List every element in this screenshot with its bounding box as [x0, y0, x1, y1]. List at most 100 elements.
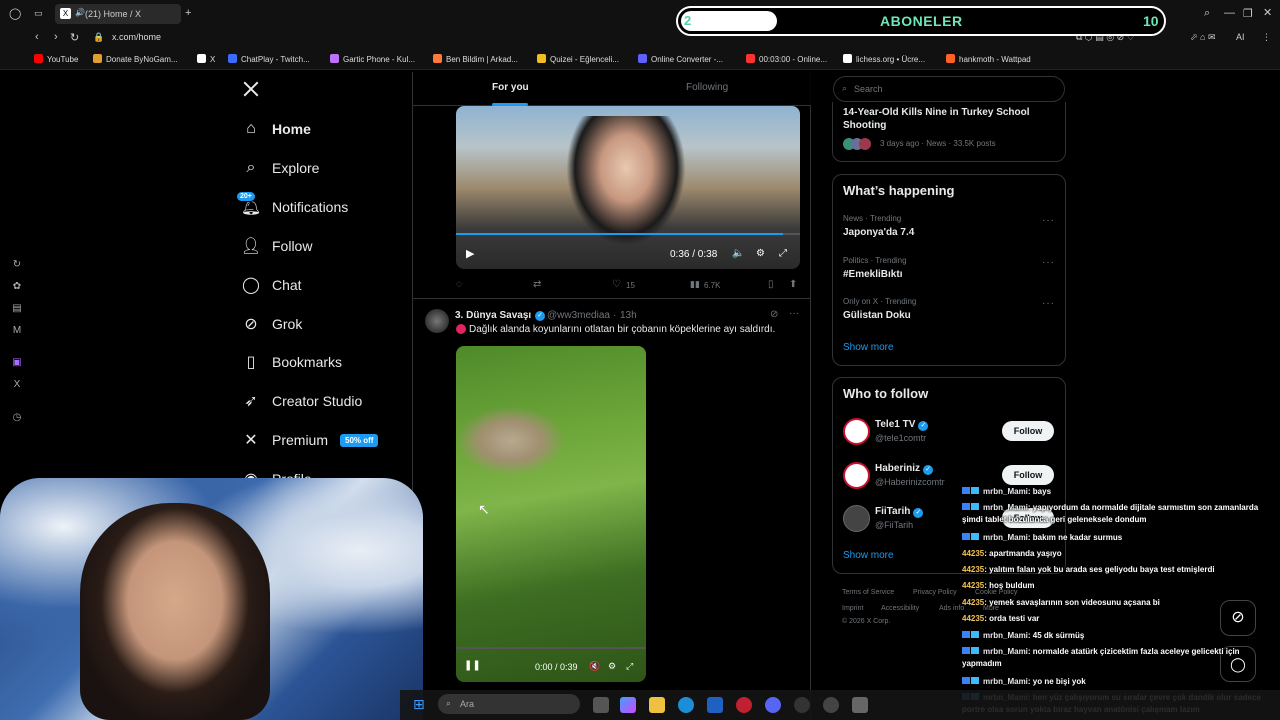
nav-creator-studio[interactable]: ➶ Creator Studio — [242, 389, 362, 413]
url-field[interactable]: x.com/home — [112, 32, 161, 42]
reload-icon[interactable]: ↻ — [70, 31, 79, 44]
nav-notifications[interactable]: 🔔︎ Notifications 20+ — [236, 190, 348, 219]
pause-icon[interactable]: ❚❚ — [464, 660, 481, 671]
bookmark-0[interactable]: YouTube — [34, 54, 78, 64]
footer-privacy[interactable]: Privacy Policy — [913, 589, 957, 596]
store-icon[interactable] — [707, 697, 723, 713]
bookmark-10[interactable]: hankmoth - Wattpad — [946, 54, 1031, 64]
search-input[interactable]: Search — [833, 76, 1065, 102]
mute-icon[interactable]: 🔇 — [589, 661, 600, 672]
nav-bookmarks[interactable]: ▯ Bookmarks — [242, 350, 342, 374]
explorer-icon[interactable] — [649, 697, 665, 713]
trend-name[interactable]: Gülistan Doku — [843, 310, 911, 321]
follow-handle[interactable]: @FiiTarih — [875, 520, 913, 530]
menu-icon[interactable]: ⋮ — [1262, 32, 1271, 43]
bookmark-5[interactable]: Ben Bildim | Arkad... — [433, 54, 518, 64]
bookmark-7[interactable]: Online Converter -... — [638, 54, 723, 64]
follow-show-more[interactable]: Show more — [843, 550, 894, 561]
bookmark-2[interactable]: X — [197, 54, 215, 64]
bookmark-post-icon[interactable]: ▯ — [768, 279, 774, 290]
minimize-icon[interactable]: — — [1224, 7, 1235, 19]
x-sidebar-icon[interactable]: X — [11, 379, 23, 390]
edge-icon[interactable] — [678, 697, 694, 713]
tab-following[interactable]: Following — [686, 82, 728, 93]
taskbar-search[interactable]: ⌕ Ara — [438, 694, 580, 714]
x-logo-icon[interactable] — [242, 80, 262, 100]
footer-imprint[interactable]: Imprint — [842, 605, 863, 612]
speaker-icon[interactable]: 🔊 — [75, 8, 85, 17]
trends-show-more[interactable]: Show more — [843, 342, 894, 353]
tab-for-you[interactable]: For you — [492, 82, 529, 93]
clock-icon[interactable]: ◷ — [11, 412, 23, 423]
discord-icon[interactable] — [765, 697, 781, 713]
copilot-icon[interactable] — [620, 697, 636, 713]
trend-more-icon[interactable]: ··· — [1042, 215, 1055, 226]
twitch-icon[interactable]: ▣ — [11, 357, 23, 368]
repost-icon[interactable]: ⇄ — [533, 279, 541, 290]
fullscreen2-icon[interactable]: ⤢ — [626, 661, 633, 672]
history-icon[interactable]: ↻ — [11, 259, 23, 270]
follow-name[interactable]: Tele1 TV ✓ — [875, 419, 929, 431]
post2-time[interactable]: 13h — [620, 310, 637, 321]
footer-accessibility[interactable]: Accessibility — [881, 605, 919, 612]
nav-premium[interactable]: ✕ Premium 50% off — [242, 428, 379, 452]
ai-icon[interactable]: AI — [1236, 32, 1245, 42]
video2-progress-track[interactable] — [456, 647, 646, 649]
restore-icon[interactable]: ❐ — [1243, 7, 1253, 20]
nav-explore[interactable]: ⌕ Explore — [242, 156, 320, 180]
video-progress-track[interactable] — [456, 233, 800, 235]
bookmark-1[interactable]: Donate ByNoGam... — [93, 54, 178, 64]
bookmark-3[interactable]: ChatPlay - Twitch... — [228, 54, 310, 64]
post1-video[interactable]: ▶ 0:36 / 0:38 🔈 ⚙ ⤢ — [456, 106, 800, 269]
trend-more-icon[interactable]: ··· — [1042, 298, 1055, 309]
follow-name[interactable]: Haberiniz ✓ — [875, 463, 934, 475]
like-icon[interactable]: ♡ — [612, 279, 621, 290]
bookmark-6[interactable]: Quizei - Eğlenceli... — [537, 54, 619, 64]
pinboard-icon[interactable]: ▤ — [11, 303, 23, 314]
nav-follow[interactable]: 👤︎ Follow — [241, 234, 313, 258]
share-icon[interactable]: ⬀ ⌂ ✉ — [1190, 32, 1216, 43]
new-tab-icon[interactable]: + — [185, 7, 191, 19]
follow-handle[interactable]: @Haberinizcomtr — [875, 477, 945, 487]
trend-more-icon[interactable]: ··· — [1042, 257, 1055, 268]
search-tabs-icon[interactable]: ⌕ — [1204, 7, 1210, 20]
trend-name[interactable]: Japonya'da 7.4 — [843, 227, 914, 238]
workspaces-icon[interactable]: ▭ — [34, 8, 43, 19]
follow-handle[interactable]: @tele1comtr — [875, 433, 926, 443]
reply-icon[interactable]: ◌ — [456, 279, 462, 290]
nav-chat[interactable]: ◯ Chat — [242, 273, 302, 297]
taskview-icon[interactable] — [593, 697, 609, 713]
bookmark-4[interactable]: Gartic Phone - Kul... — [330, 54, 415, 64]
app-icon[interactable] — [852, 697, 868, 713]
follow-avatar[interactable] — [843, 505, 870, 532]
steam-icon[interactable] — [823, 697, 839, 713]
share-post-icon[interactable]: ⬆ — [789, 279, 797, 290]
follow-button[interactable]: Follow — [1002, 464, 1054, 485]
windows-start-icon[interactable]: ⊞ — [413, 696, 425, 713]
post2-handle[interactable]: @ww3mediaa — [547, 310, 610, 321]
grok-post-icon[interactable]: ⊘ — [770, 309, 778, 320]
aria-icon[interactable]: ✿ — [11, 281, 23, 292]
settings-icon[interactable]: ⚙ — [756, 248, 765, 259]
follow-name[interactable]: FiiTarih ✓ — [875, 506, 924, 518]
follow-avatar[interactable] — [843, 461, 870, 489]
fullscreen-icon[interactable]: ⤢ — [779, 248, 787, 259]
views-icon[interactable]: ▮▮ — [690, 279, 700, 290]
forward-icon[interactable]: › — [54, 31, 58, 43]
nav-home[interactable]: ⌂ Home — [242, 117, 311, 141]
follow-avatar[interactable] — [843, 418, 870, 445]
close-icon[interactable]: ✕ — [1263, 6, 1272, 19]
volume-icon[interactable]: 🔈 — [732, 248, 744, 259]
news-title[interactable]: 14-Year-Old Kills Nine in Turkey School … — [843, 106, 1053, 132]
play-icon[interactable]: ▶ — [466, 247, 474, 260]
bookmark-9[interactable]: lichess.org • Ücre... — [843, 54, 925, 64]
trend-name[interactable]: #EmekliBıktı — [843, 269, 902, 280]
bookmark-8[interactable]: 00:03:00 - Online... — [746, 54, 827, 64]
settings2-icon[interactable]: ⚙ — [608, 661, 616, 672]
follow-button[interactable]: Follow — [1002, 421, 1054, 441]
opera-taskbar-icon[interactable] — [736, 697, 752, 713]
footer-ads[interactable]: Ads info — [939, 605, 964, 612]
browser-tab-home[interactable]: X 🔊 (21) Home / X — [55, 4, 181, 24]
obs-icon[interactable] — [794, 697, 810, 713]
messenger-icon[interactable]: M — [11, 325, 23, 336]
